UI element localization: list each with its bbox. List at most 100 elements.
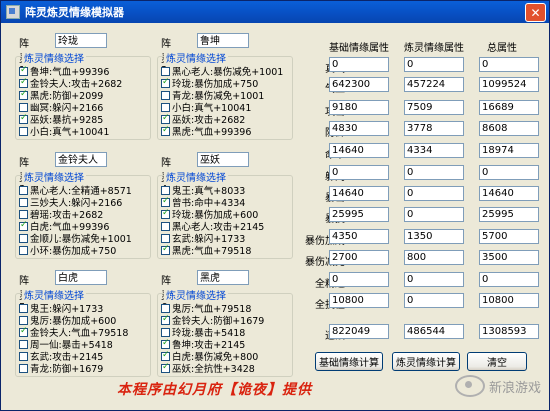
checkbox[interactable]	[161, 244, 170, 255]
checkbox[interactable]	[161, 102, 170, 112]
stat-value-field[interactable]: 7509	[404, 100, 464, 115]
stat-value-field[interactable]: 3778	[404, 121, 464, 136]
stat-value-field[interactable]: 457224	[404, 77, 464, 92]
checkbox[interactable]	[19, 233, 28, 243]
checkbox[interactable]	[161, 185, 170, 195]
stat-value-field[interactable]: 1350	[404, 229, 464, 244]
group-title: 炼灵情缘选择	[164, 169, 228, 184]
checkbox[interactable]	[19, 315, 28, 325]
stat-value-field[interactable]: 0	[404, 272, 464, 287]
checkbox[interactable]	[19, 326, 28, 337]
stat-value-field[interactable]: 0	[479, 272, 539, 287]
qingyuan-option[interactable]: 青龙:防御+1679	[19, 362, 103, 375]
checkbox[interactable]	[161, 66, 170, 76]
stat-value-field[interactable]: 4334	[404, 143, 464, 158]
stat-value-field[interactable]: 4350	[329, 229, 389, 244]
lianling-group: 炼灵情缘选择鬼王:躲闪+1733鬼厉:暴伤加成+600金铃夫人:气血+79518…	[15, 287, 151, 377]
checkbox[interactable]	[19, 77, 28, 88]
stat-value-field[interactable]: 14640	[479, 186, 539, 201]
qingyuan-option[interactable]: 小白:真气+10041	[19, 125, 110, 138]
checkbox[interactable]	[19, 126, 28, 136]
checkbox[interactable]	[19, 339, 28, 349]
stat-value-field[interactable]: 0	[404, 207, 464, 222]
stat-value-field[interactable]: 18974	[479, 143, 539, 158]
checkbox[interactable]	[161, 77, 170, 88]
checkbox[interactable]	[161, 113, 170, 124]
stat-value-field[interactable]: 14640	[329, 143, 389, 158]
stat-value-field[interactable]: 0	[404, 165, 464, 180]
checkbox[interactable]	[19, 102, 28, 112]
stat-value-field[interactable]: 9180	[329, 100, 389, 115]
stat-value-field[interactable]: 0	[404, 293, 464, 308]
stat-value-field[interactable]: 16689	[479, 100, 539, 115]
column-header: 基础情缘属性	[329, 43, 389, 54]
stat-value-field[interactable]: 0	[404, 186, 464, 201]
title-bar: 阵灵炼灵情缘模拟器 ✕	[1, 1, 549, 23]
lianling-calc-button[interactable]: 炼灵情缘计算	[392, 352, 460, 371]
qingyuan-option[interactable]: 黑虎:气血+99396	[161, 125, 251, 138]
stat-value-field[interactable]: 822049	[329, 324, 389, 339]
lingzhen-name-input[interactable]: 黑虎	[197, 270, 249, 285]
checkbox[interactable]	[19, 245, 28, 255]
stat-value-field[interactable]: 8608	[479, 121, 539, 136]
checkbox[interactable]	[161, 233, 170, 243]
stat-value-field[interactable]: 642300	[329, 77, 389, 92]
stat-value-field[interactable]: 0	[479, 165, 539, 180]
checkbox[interactable]	[161, 362, 170, 373]
checkbox[interactable]	[161, 303, 170, 313]
stat-value-field[interactable]: 0	[329, 165, 389, 180]
checkbox[interactable]	[161, 314, 170, 325]
checkbox[interactable]	[161, 196, 170, 207]
stat-value-field[interactable]: 0	[329, 57, 389, 72]
stat-value-field[interactable]: 25995	[329, 207, 389, 222]
qingyuan-option[interactable]: 小环:暴伤加成+750	[19, 244, 117, 257]
lingzhen-name-input[interactable]: 金铃夫人	[55, 152, 107, 167]
stat-value-field[interactable]: 4830	[329, 121, 389, 136]
stat-value-field[interactable]: 800	[404, 250, 464, 265]
checkbox[interactable]	[19, 209, 28, 219]
qingyuan-option[interactable]: 巫妖:全抗性+3428	[161, 362, 255, 375]
group-title: 炼灵情缘选择	[22, 287, 86, 302]
lianling-group: 炼灵情缘选择鬼厉:气血+79518金铃夫人:防御+1679玲珑:暴击+5418鲁…	[157, 287, 293, 377]
column-header: 炼灵情缘属性	[404, 43, 464, 54]
lingzhen-name-input[interactable]: 巫妖	[197, 152, 249, 167]
checkbox[interactable]	[19, 113, 28, 124]
option-label: 小白:真气+10041	[30, 127, 110, 138]
clear-button[interactable]: 清空	[467, 352, 527, 371]
checkbox[interactable]	[19, 303, 28, 313]
stat-value-field[interactable]: 5700	[479, 229, 539, 244]
stat-value-field[interactable]: 2700	[329, 250, 389, 265]
qingyuan-option[interactable]: 黑虎:气血+79518	[161, 244, 251, 257]
base-calc-button[interactable]: 基础情缘计算	[315, 352, 383, 371]
option-label: 小环:暴伤加成+750	[30, 246, 117, 257]
checkbox[interactable]	[19, 363, 28, 373]
stat-value-field[interactable]: 1099524	[479, 77, 539, 92]
checkbox[interactable]	[19, 220, 28, 231]
stat-value-field[interactable]: 0	[329, 272, 389, 287]
stat-value-field[interactable]: 10800	[329, 293, 389, 308]
lingzhen-name-input[interactable]: 白虎	[55, 270, 107, 285]
stat-value-field[interactable]: 25995	[479, 207, 539, 222]
lingzhen-name-input[interactable]: 鲁坤	[197, 33, 249, 48]
checkbox[interactable]	[19, 65, 28, 76]
checkbox[interactable]	[161, 338, 170, 349]
checkbox[interactable]	[161, 327, 170, 337]
checkbox[interactable]	[19, 89, 28, 100]
checkbox[interactable]	[19, 351, 28, 361]
stat-value-field[interactable]: 10800	[479, 293, 539, 308]
checkbox[interactable]	[161, 90, 170, 100]
checkbox[interactable]	[19, 197, 28, 207]
stat-value-field[interactable]: 486544	[404, 324, 464, 339]
checkbox[interactable]	[19, 185, 28, 195]
checkbox[interactable]	[161, 350, 170, 361]
stat-value-field[interactable]: 1308593	[479, 324, 539, 339]
stat-value-field[interactable]: 0	[404, 57, 464, 72]
checkbox[interactable]	[161, 208, 170, 219]
checkbox[interactable]	[161, 125, 170, 136]
stat-value-field[interactable]: 3500	[479, 250, 539, 265]
checkbox[interactable]	[161, 221, 170, 231]
stat-value-field[interactable]: 0	[479, 57, 539, 72]
stat-value-field[interactable]: 14640	[329, 186, 389, 201]
close-button[interactable]: ✕	[525, 3, 546, 22]
lingzhen-name-input[interactable]: 玲珑	[55, 33, 107, 48]
